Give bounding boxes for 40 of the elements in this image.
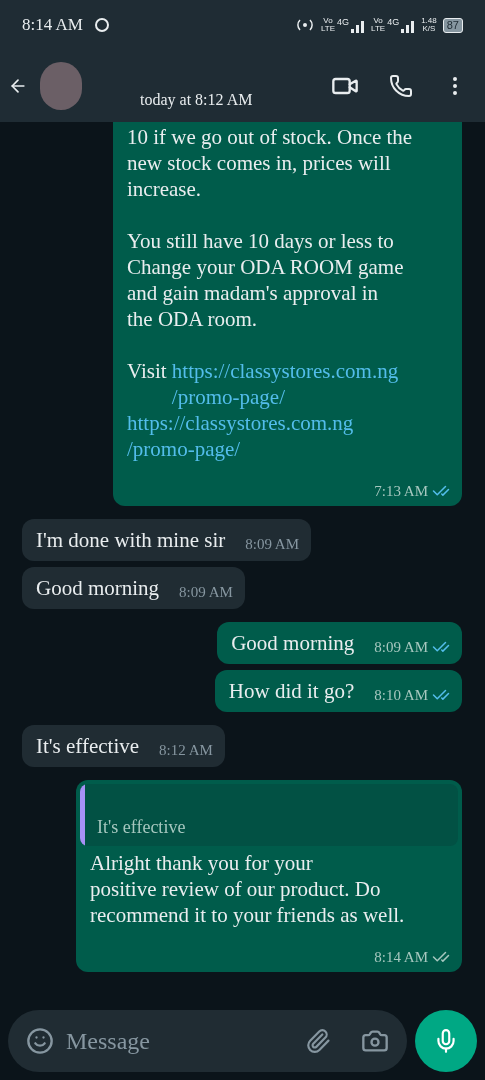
message-text: 10 if we go out of stock. Once the new stock comes in, prices will increase. xyxy=(127,124,414,202)
battery-indicator: 87 xyxy=(442,17,463,33)
message-text: How did it go? xyxy=(228,678,355,704)
message-text: Alright thank you for your positive review of our product. Do recommend it to your friends as well. xyxy=(90,850,406,928)
message-field[interactable]: Message xyxy=(8,1010,407,1072)
message-text: It's effective xyxy=(36,733,140,759)
phone-icon[interactable] xyxy=(389,74,413,98)
quoted-message[interactable]: It's effective xyxy=(80,784,458,846)
hotspot-icon xyxy=(295,19,315,31)
message-text: Good morning xyxy=(36,575,160,601)
message-time: 8:09 AM xyxy=(245,535,300,553)
volte-label: LTE xyxy=(371,25,386,33)
message-time: 8:14 AM xyxy=(374,948,428,966)
message-link[interactable]: https://classystores.com.ng /promo-page/ xyxy=(171,358,399,410)
notification-icon xyxy=(94,18,109,32)
message-time: 8:09 AM xyxy=(374,638,428,656)
signal-icon xyxy=(401,21,416,33)
last-seen-text: today at 8:12 AM xyxy=(140,90,253,111)
message-time: 8:12 AM xyxy=(159,741,213,759)
volte-label: LTE xyxy=(321,25,336,33)
network-label: 4G xyxy=(387,17,400,27)
status-time: 8:14 AM xyxy=(22,14,83,37)
speed-unit: K/S xyxy=(422,25,436,33)
message-link[interactable]: https://classystores.com.ng /promo-page/ xyxy=(127,410,354,462)
message-text: You still have 10 days or less to Change your ODA ROOM game and gain madam's approval in the ODA room. xyxy=(127,228,405,332)
message-time: 7:13 AM xyxy=(374,482,428,500)
message-input[interactable]: Message xyxy=(66,1023,305,1059)
emoji-icon[interactable] xyxy=(26,1027,54,1055)
message-time: 8:10 AM xyxy=(374,686,428,704)
signal-icon xyxy=(351,21,366,33)
speed-value: 1.48 xyxy=(421,17,437,25)
message-time: 8:09 AM xyxy=(179,583,233,601)
quoted-text: It's effective xyxy=(97,816,186,839)
message-text: I'm done with mine sir xyxy=(36,527,226,553)
message-text: Visit https://classystores.com.ng /promo-page/ https://classystores.com.ng /promo-page/ xyxy=(127,358,400,462)
message-text: Good morning xyxy=(231,630,355,656)
volte-label: Vo xyxy=(373,17,383,25)
volte-label: Vo xyxy=(323,17,333,25)
network-label: 4G xyxy=(337,17,350,27)
attach-icon[interactable] xyxy=(305,1028,331,1054)
